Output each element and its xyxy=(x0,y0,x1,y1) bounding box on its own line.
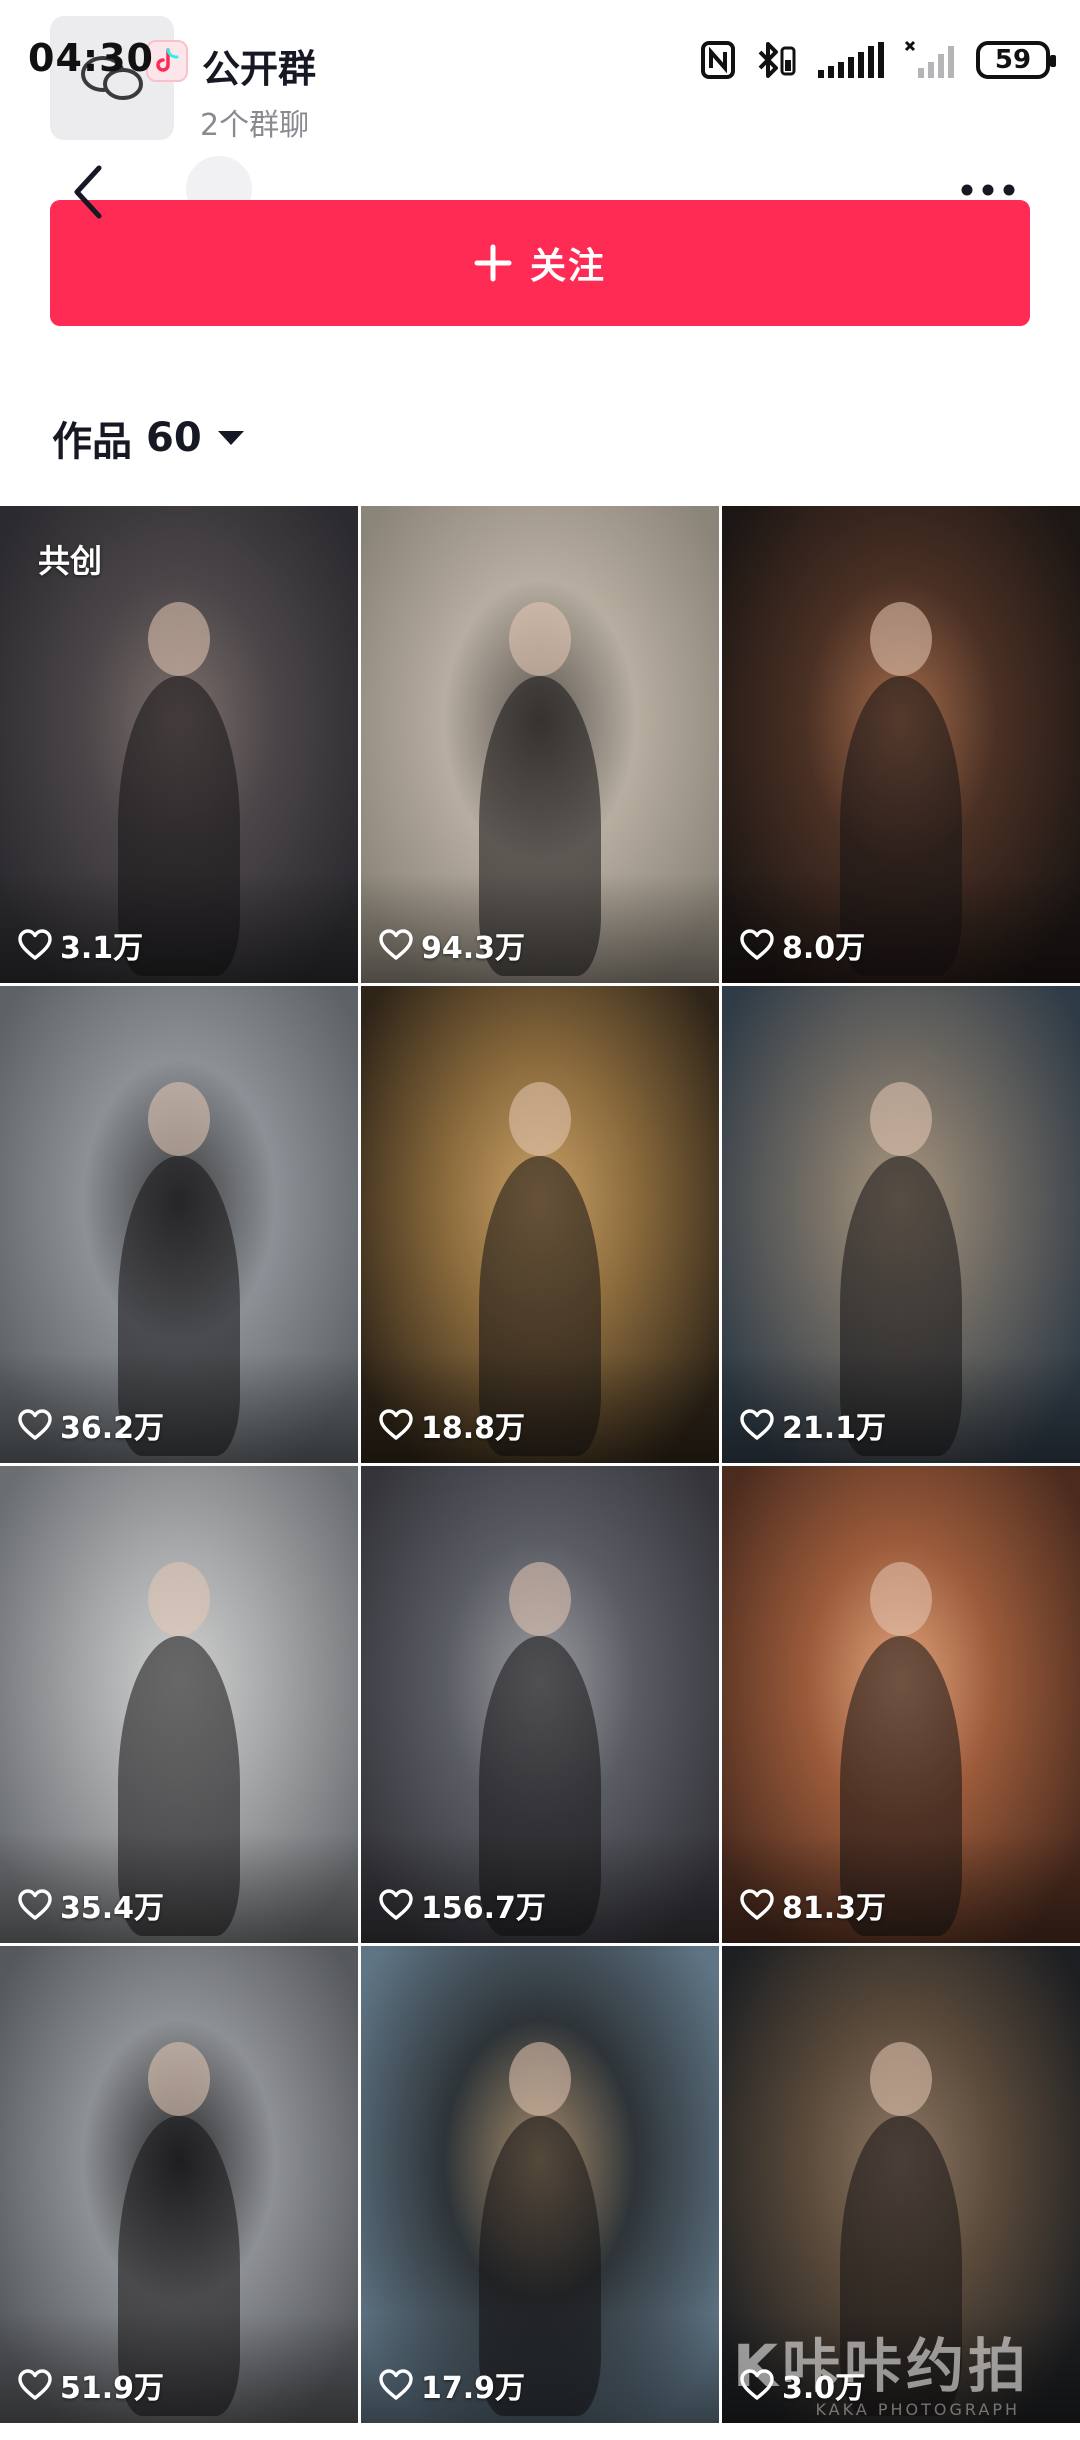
heart-icon xyxy=(740,1409,774,1441)
like-count: 17.9万 xyxy=(379,2363,525,2407)
caret-down-icon xyxy=(217,431,244,445)
person-head xyxy=(148,1562,210,1636)
status-time: 04:30 xyxy=(28,36,154,80)
chevron-left-icon xyxy=(74,165,102,219)
nfc-icon xyxy=(701,41,735,79)
watermark-sub: KAKA PHOTOGRAPH xyxy=(815,2400,1020,2419)
person-head xyxy=(148,602,210,676)
video-tile[interactable]: 51.9万 xyxy=(0,1946,358,2423)
signal-off-icon xyxy=(904,40,954,78)
like-count: 156.7万 xyxy=(379,1883,546,1927)
person-head xyxy=(870,2042,932,2116)
video-tile[interactable]: 8.0万 xyxy=(722,506,1080,983)
more-button[interactable] xyxy=(948,160,1028,220)
status-icons: 59 xyxy=(700,36,1056,84)
like-count: 8.0万 xyxy=(740,923,865,967)
heart-icon xyxy=(18,1409,52,1441)
like-count: 35.4万 xyxy=(18,1883,164,1927)
video-tile[interactable]: 共创 3.1万 xyxy=(0,506,358,983)
like-count-value: 18.8万 xyxy=(421,1411,526,1446)
like-count: 3.1万 xyxy=(18,923,143,967)
video-tile[interactable]: 3.0万 K咔咔约拍 KAKA PHOTOGRAPH xyxy=(722,1946,1080,2423)
like-count: 36.2万 xyxy=(18,1403,164,1447)
heart-icon xyxy=(18,929,52,961)
person-head xyxy=(148,2042,210,2116)
video-tile[interactable]: 36.2万 xyxy=(0,986,358,1463)
like-count-value: 36.2万 xyxy=(60,1411,165,1446)
works-title: 作品 xyxy=(52,419,132,465)
person-head xyxy=(509,1082,571,1156)
person-head xyxy=(870,602,932,676)
heart-icon xyxy=(18,2369,52,2401)
like-count-value: 35.4万 xyxy=(60,1891,165,1926)
like-count: 21.1万 xyxy=(740,1403,886,1447)
like-count: 81.3万 xyxy=(740,1883,886,1927)
plus-icon xyxy=(474,244,512,282)
signal-icon xyxy=(818,42,884,78)
video-tile[interactable]: 35.4万 xyxy=(0,1466,358,1943)
video-tile[interactable]: 21.1万 xyxy=(722,986,1080,1463)
more-dots-icon xyxy=(961,184,1015,196)
like-count: 51.9万 xyxy=(18,2363,164,2407)
like-count-value: 81.3万 xyxy=(782,1891,887,1926)
like-count-value: 21.1万 xyxy=(782,1411,887,1446)
watermark: K咔咔约拍 xyxy=(733,2332,1030,2400)
heart-icon xyxy=(379,1409,413,1441)
works-tab-dropdown[interactable]: 作品 60 xyxy=(52,408,246,468)
heart-icon xyxy=(740,929,774,961)
person-head xyxy=(509,1562,571,1636)
collab-tag: 共创 xyxy=(38,542,103,580)
like-count-value: 8.0万 xyxy=(782,931,866,966)
video-tile[interactable]: 17.9万 xyxy=(361,1946,719,2423)
person-head xyxy=(870,1562,932,1636)
heart-icon xyxy=(379,929,413,961)
like-count-value: 51.9万 xyxy=(60,2371,165,2406)
status-bar: 04:30 59 xyxy=(0,0,1080,120)
person-head xyxy=(870,1082,932,1156)
video-tile[interactable]: 81.3万 xyxy=(722,1466,1080,1943)
like-count-value: 3.1万 xyxy=(60,931,144,966)
battery-icon: 59 xyxy=(976,41,1056,79)
person-head xyxy=(509,2042,571,2116)
back-button[interactable] xyxy=(52,152,122,232)
heart-icon xyxy=(740,1889,774,1921)
video-tile[interactable]: 18.8万 xyxy=(361,986,719,1463)
video-tile[interactable]: 94.3万 xyxy=(361,506,719,983)
bluetooth-icon xyxy=(758,42,796,78)
like-count: 94.3万 xyxy=(379,923,525,967)
person-head xyxy=(148,1082,210,1156)
video-tile[interactable]: 156.7万 xyxy=(361,1466,719,1943)
heart-icon xyxy=(379,1889,413,1921)
heart-icon xyxy=(18,1889,52,1921)
like-count-value: 156.7万 xyxy=(421,1891,546,1926)
follow-button[interactable]: 关注 xyxy=(50,200,1030,326)
like-count: 18.8万 xyxy=(379,1403,525,1447)
like-count-value: 94.3万 xyxy=(421,931,526,966)
works-count: 60 xyxy=(146,415,202,461)
profile-page: 公开群 2个群聊 04:30 59 关注 作品 60 共创 3.1万 94.3万… xyxy=(0,0,1080,2440)
battery-level: 59 xyxy=(994,45,1032,75)
like-count-value: 17.9万 xyxy=(421,2371,526,2406)
heart-icon xyxy=(379,2369,413,2401)
person-head xyxy=(509,602,571,676)
follow-label: 关注 xyxy=(529,246,606,287)
